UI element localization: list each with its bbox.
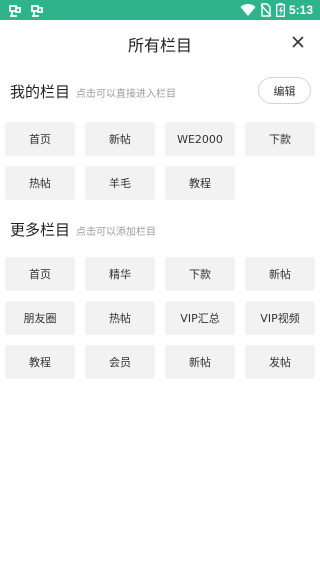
no-sim-icon bbox=[260, 3, 272, 17]
more-channel-create-post[interactable]: 发帖 bbox=[245, 345, 315, 379]
page-header: 所有栏目 bbox=[0, 20, 320, 66]
my-channels-title: 我的栏目 bbox=[10, 82, 71, 101]
close-icon bbox=[292, 36, 304, 48]
my-channel-hot-posts[interactable]: 热帖 bbox=[5, 166, 75, 200]
more-channel-loans[interactable]: 下款 bbox=[165, 257, 235, 291]
edit-button[interactable]: 编辑 bbox=[258, 77, 311, 104]
my-channel-new-posts[interactable]: 新帖 bbox=[85, 122, 155, 156]
more-channel-tutorials[interactable]: 教程 bbox=[5, 345, 75, 379]
my-channel-we2000[interactable]: WE2000 bbox=[165, 122, 235, 156]
more-channel-featured[interactable]: 精华 bbox=[85, 257, 155, 291]
app-notification-icon bbox=[9, 5, 21, 17]
more-channel-vip-video[interactable]: VIP视频 bbox=[245, 301, 315, 335]
my-channel-deals[interactable]: 羊毛 bbox=[85, 166, 155, 200]
my-channel-tutorials[interactable]: 教程 bbox=[165, 166, 235, 200]
more-channel-hot-posts[interactable]: 热帖 bbox=[85, 301, 155, 335]
clock: 5:13 bbox=[288, 3, 313, 17]
my-channel-loans[interactable]: 下款 bbox=[245, 122, 315, 156]
notification-icons bbox=[7, 2, 45, 18]
my-channel-home[interactable]: 首页 bbox=[5, 122, 75, 156]
page-title: 所有栏目 bbox=[127, 36, 192, 55]
my-channels-hint: 点击可以直接进入栏目 bbox=[76, 88, 177, 100]
close-button[interactable] bbox=[286, 30, 310, 54]
my-channels-grid: 首页 新帖 WE2000 下款 热帖 羊毛 教程 bbox=[5, 122, 316, 200]
more-channels-hint: 点击可以添加栏目 bbox=[76, 226, 157, 238]
app-notification-icon bbox=[31, 5, 43, 17]
more-channel-vip-summary[interactable]: VIP汇总 bbox=[165, 301, 235, 335]
wifi-icon bbox=[240, 4, 256, 17]
more-channel-new-posts[interactable]: 新帖 bbox=[245, 257, 315, 291]
more-channels-header: 更多栏目 点击可以添加栏目 bbox=[10, 214, 310, 244]
more-channel-new-posts-2[interactable]: 新帖 bbox=[165, 345, 235, 379]
more-channel-moments[interactable]: 朋友圈 bbox=[5, 301, 75, 335]
system-status: 5:13 bbox=[240, 2, 313, 18]
more-channels-title: 更多栏目 bbox=[10, 220, 71, 239]
more-channel-members[interactable]: 会员 bbox=[85, 345, 155, 379]
more-channels-grid: 首页 精华 下款 新帖 朋友圈 热帖 VIP汇总 VIP视频 教程 会员 新帖 … bbox=[5, 257, 316, 379]
status-bar: 5:13 bbox=[0, 0, 320, 20]
battery-charging-icon bbox=[276, 3, 285, 17]
more-channel-home[interactable]: 首页 bbox=[5, 257, 75, 291]
